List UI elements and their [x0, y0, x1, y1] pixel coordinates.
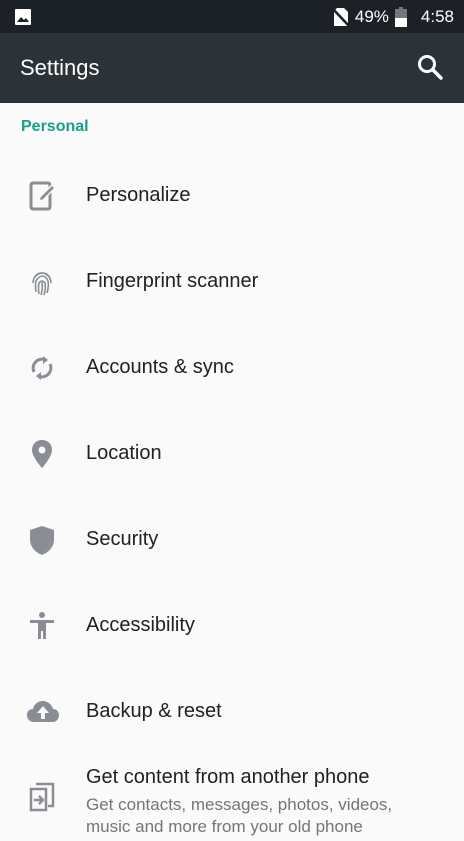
battery-percent: 49% — [354, 6, 389, 26]
settings-item-location[interactable]: Location — [0, 411, 464, 497]
battery-icon — [394, 6, 407, 27]
settings-list: Personalize Fingerprint scanner Accounts… — [0, 153, 464, 841]
settings-item-label: Location — [86, 442, 162, 464]
app-bar: Settings — [0, 33, 464, 103]
page-title: Settings — [20, 55, 100, 80]
settings-item-label: Security — [86, 528, 159, 550]
settings-item-personalize[interactable]: Personalize — [0, 153, 464, 239]
no-sim-icon — [332, 7, 349, 27]
settings-item-get-content[interactable]: Get content from another phone Get conta… — [0, 755, 464, 841]
settings-item-accounts-sync[interactable]: Accounts & sync — [0, 325, 464, 411]
settings-item-label: Get content from another phone — [86, 766, 370, 788]
fingerprint-icon — [26, 266, 58, 298]
settings-item-label: Fingerprint scanner — [86, 270, 259, 292]
personalize-icon — [26, 180, 58, 212]
cloud-upload-icon — [26, 696, 59, 728]
settings-item-subtitle: Get contacts, messages, photos, videos, … — [86, 795, 393, 836]
settings-item-security[interactable]: Security — [0, 497, 464, 583]
clock: 4:58 — [420, 6, 454, 26]
settings-item-label: Accessibility — [86, 614, 195, 636]
section-header-personal: Personal — [21, 118, 89, 135]
settings-item-label: Backup & reset — [86, 700, 222, 722]
settings-item-accessibility[interactable]: Accessibility — [0, 583, 464, 669]
search-icon[interactable] — [416, 53, 444, 81]
accessibility-icon — [26, 610, 58, 642]
settings-item-backup-reset[interactable]: Backup & reset — [0, 669, 464, 755]
shield-icon — [26, 524, 58, 556]
location-pin-icon — [26, 438, 58, 470]
settings-item-fingerprint[interactable]: Fingerprint scanner — [0, 239, 464, 325]
transfer-icon — [26, 781, 58, 813]
sync-icon — [26, 352, 58, 384]
status-bar: 49% 4:58 — [0, 0, 464, 33]
image-icon — [14, 8, 32, 26]
settings-item-label: Accounts & sync — [86, 356, 234, 378]
settings-item-label: Personalize — [86, 184, 191, 206]
